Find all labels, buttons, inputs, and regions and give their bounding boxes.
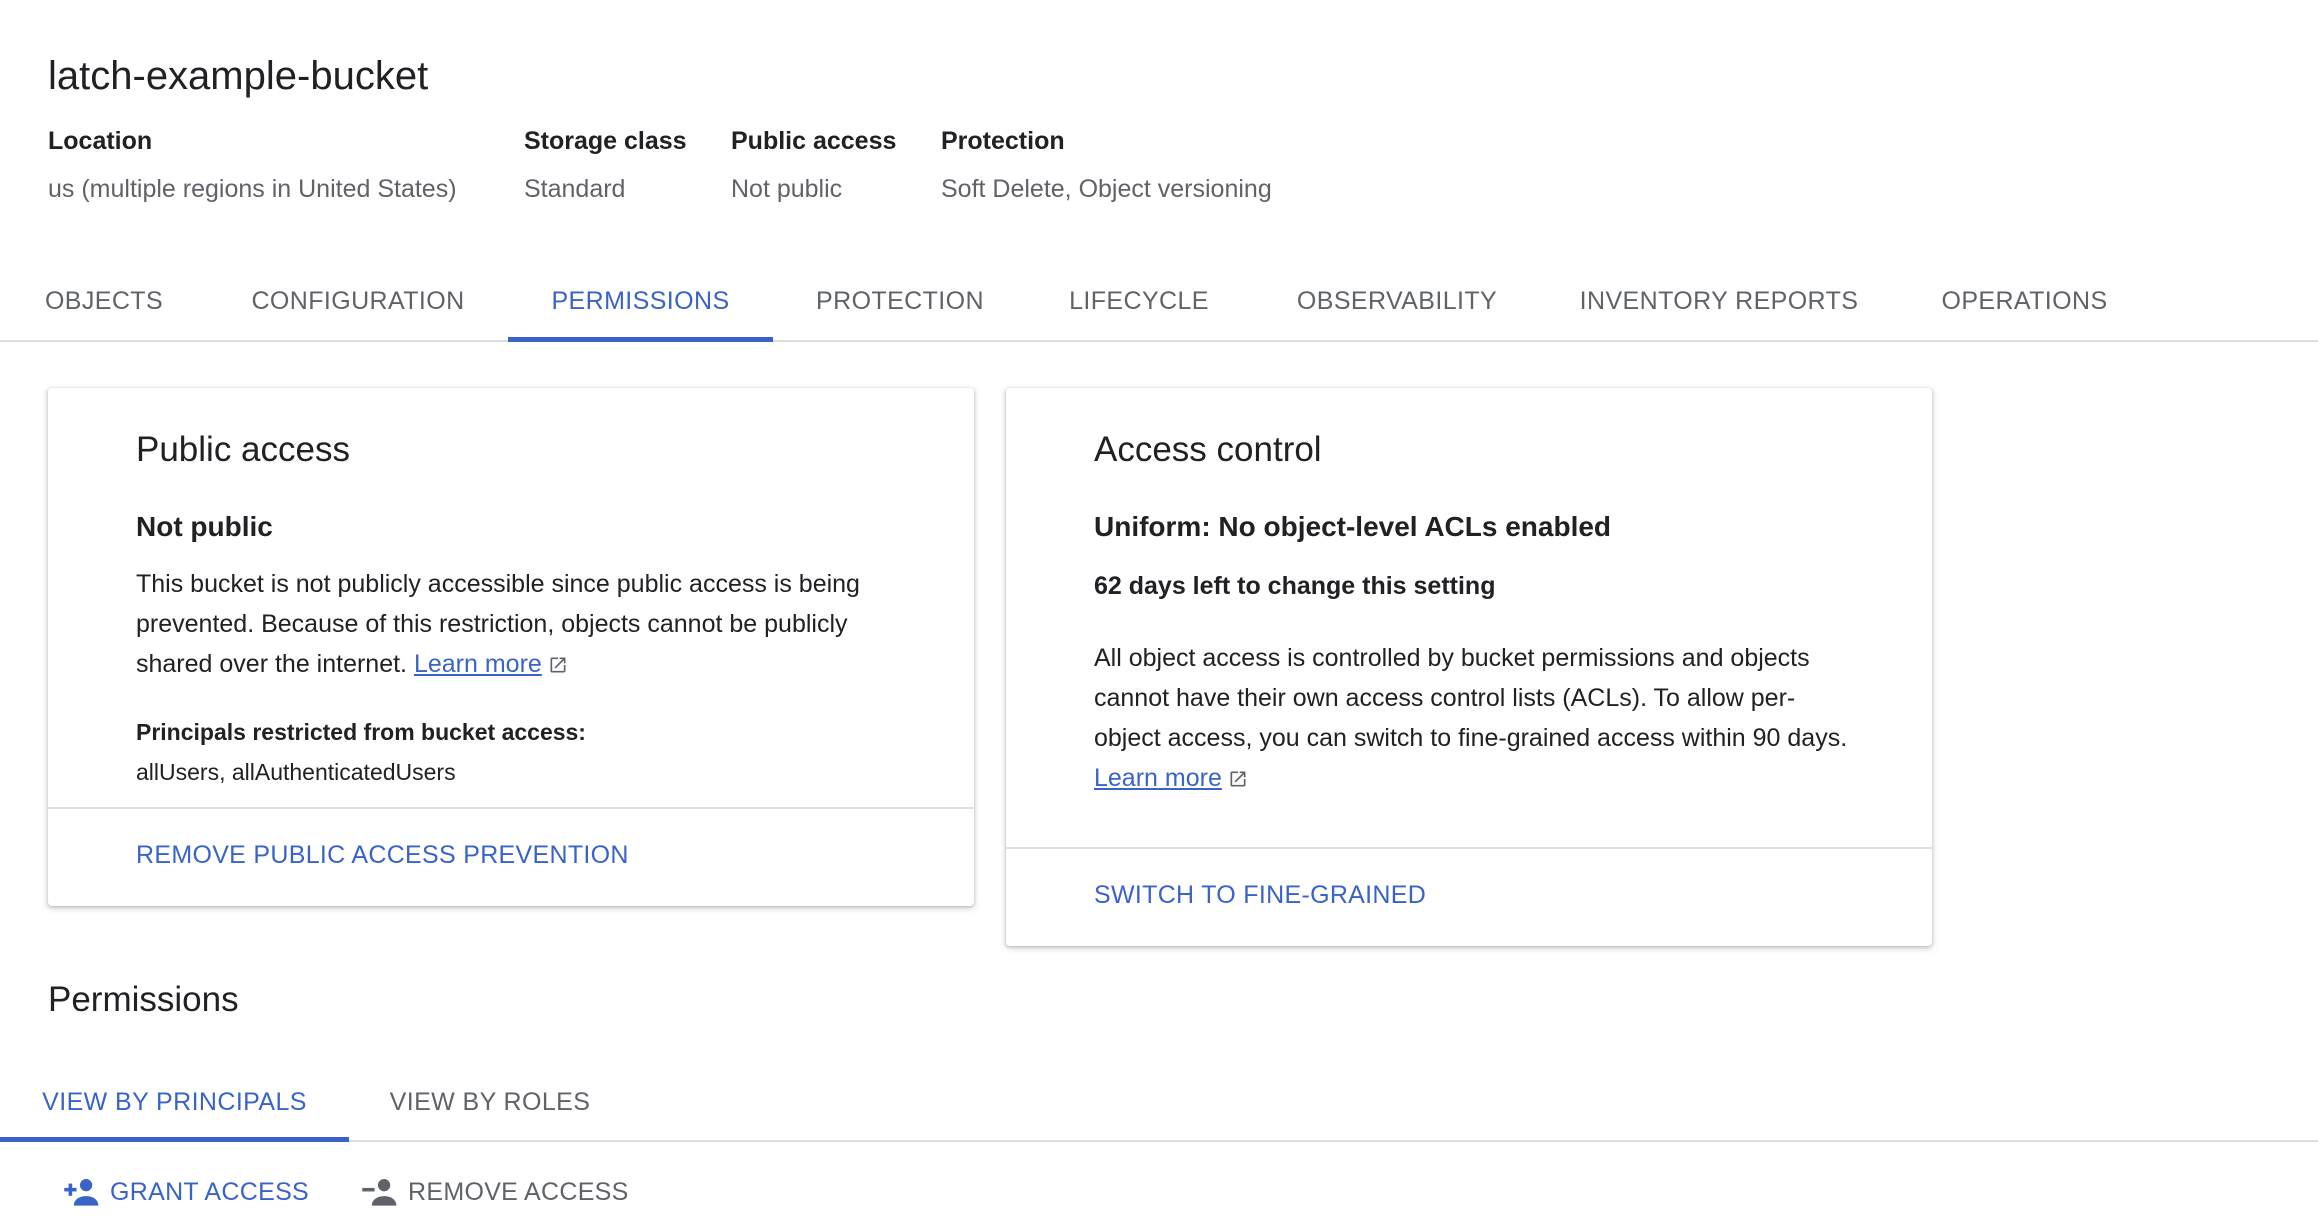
access-control-status: Uniform: No object-level ACLs enabled bbox=[1094, 511, 1612, 542]
remove-access-label: REMOVE ACCESS bbox=[408, 1177, 629, 1206]
access-control-description: All object access is controlled by bucke… bbox=[1094, 638, 1914, 798]
principals-value: allUsers, allAuthenticatedUsers bbox=[136, 759, 456, 785]
meta-value: us (multiple regions in United States) bbox=[48, 175, 457, 203]
public-access-description: This bucket is not publicly accessible s… bbox=[136, 564, 956, 684]
permissions-heading: Permissions bbox=[48, 980, 239, 1019]
tab-inventory-reports[interactable]: INVENTORY REPORTS bbox=[1543, 272, 1895, 340]
meta-public-access: Public access Not public bbox=[731, 124, 896, 206]
learn-more-link[interactable]: Learn more bbox=[1094, 764, 1222, 792]
bucket-name-title: latch-example-bucket bbox=[48, 54, 429, 98]
principals-label: Principals restricted from bucket access… bbox=[136, 719, 586, 745]
description-line: Learn more bbox=[1094, 758, 1914, 798]
bucket-details-page: latch-example-bucket Location us (multip… bbox=[0, 0, 2318, 1222]
meta-protection: Protection Soft Delete, Object versionin… bbox=[941, 124, 1272, 206]
meta-value: Not public bbox=[731, 175, 843, 203]
access-control-card: Access control Uniform: No object-level … bbox=[1006, 388, 1932, 946]
meta-storage-class: Storage class Standard bbox=[524, 124, 687, 206]
meta-label: Location bbox=[48, 127, 153, 155]
description-line: prevented. Because of this restriction, … bbox=[136, 610, 848, 638]
description-line: This bucket is not publicly accessible s… bbox=[136, 570, 860, 598]
meta-label: Storage class bbox=[524, 127, 687, 155]
description-line-text: shared over the internet. bbox=[136, 650, 407, 678]
meta-label: Protection bbox=[941, 127, 1065, 155]
permissions-view-tabs: VIEW BY PRINCIPALS VIEW BY ROLES bbox=[0, 1072, 2318, 1142]
meta-value: Standard bbox=[524, 175, 626, 203]
tab-objects[interactable]: OBJECTS bbox=[0, 272, 208, 340]
meta-value: Soft Delete, Object versioning bbox=[941, 175, 1272, 203]
tab-permissions[interactable]: PERMISSIONS bbox=[508, 272, 773, 342]
description-line: object access, you can switch to fine-gr… bbox=[1094, 724, 1848, 752]
learn-more-link[interactable]: Learn more bbox=[414, 650, 542, 678]
tab-operations[interactable]: OPERATIONS bbox=[1895, 272, 2154, 340]
tab-protection[interactable]: PROTECTION bbox=[773, 272, 1027, 340]
bucket-tabs: OBJECTS CONFIGURATION PERMISSIONS PROTEC… bbox=[0, 272, 2318, 342]
card-divider bbox=[48, 807, 974, 809]
tab-view-by-principals[interactable]: VIEW BY PRINCIPALS bbox=[0, 1072, 349, 1142]
external-link-icon bbox=[1230, 771, 1246, 787]
description-line: All object access is controlled by bucke… bbox=[1094, 644, 1810, 672]
remove-public-access-prevention-button[interactable]: REMOVE PUBLIC ACCESS PREVENTION bbox=[136, 838, 629, 872]
public-access-status: Not public bbox=[136, 511, 273, 542]
person-add-icon bbox=[64, 1179, 99, 1206]
card-title: Public access bbox=[136, 430, 350, 469]
person-remove-icon bbox=[362, 1179, 397, 1206]
meta-label: Public access bbox=[731, 127, 897, 155]
tab-configuration[interactable]: CONFIGURATION bbox=[208, 272, 508, 340]
meta-location: Location us (multiple regions in United … bbox=[48, 124, 457, 206]
tab-view-by-roles[interactable]: VIEW BY ROLES bbox=[349, 1072, 631, 1140]
tab-observability[interactable]: OBSERVABILITY bbox=[1251, 272, 1543, 340]
description-line: shared over the internet. Learn more bbox=[136, 644, 956, 684]
public-access-card: Public access Not public This bucket is … bbox=[48, 388, 974, 906]
grant-access-label: GRANT ACCESS bbox=[110, 1177, 310, 1206]
grant-access-button[interactable]: GRANT ACCESS bbox=[64, 1172, 309, 1212]
remove-access-button[interactable]: REMOVE ACCESS bbox=[362, 1172, 629, 1212]
external-link-icon bbox=[550, 657, 566, 673]
switch-to-fine-grained-button[interactable]: SWITCH TO FINE-GRAINED bbox=[1094, 878, 1426, 912]
description-line: cannot have their own access control lis… bbox=[1094, 684, 1796, 712]
tab-lifecycle[interactable]: LIFECYCLE bbox=[1027, 272, 1251, 340]
card-divider bbox=[1006, 847, 1932, 849]
days-left-notice: 62 days left to change this setting bbox=[1094, 572, 1496, 600]
card-title: Access control bbox=[1094, 430, 1322, 469]
